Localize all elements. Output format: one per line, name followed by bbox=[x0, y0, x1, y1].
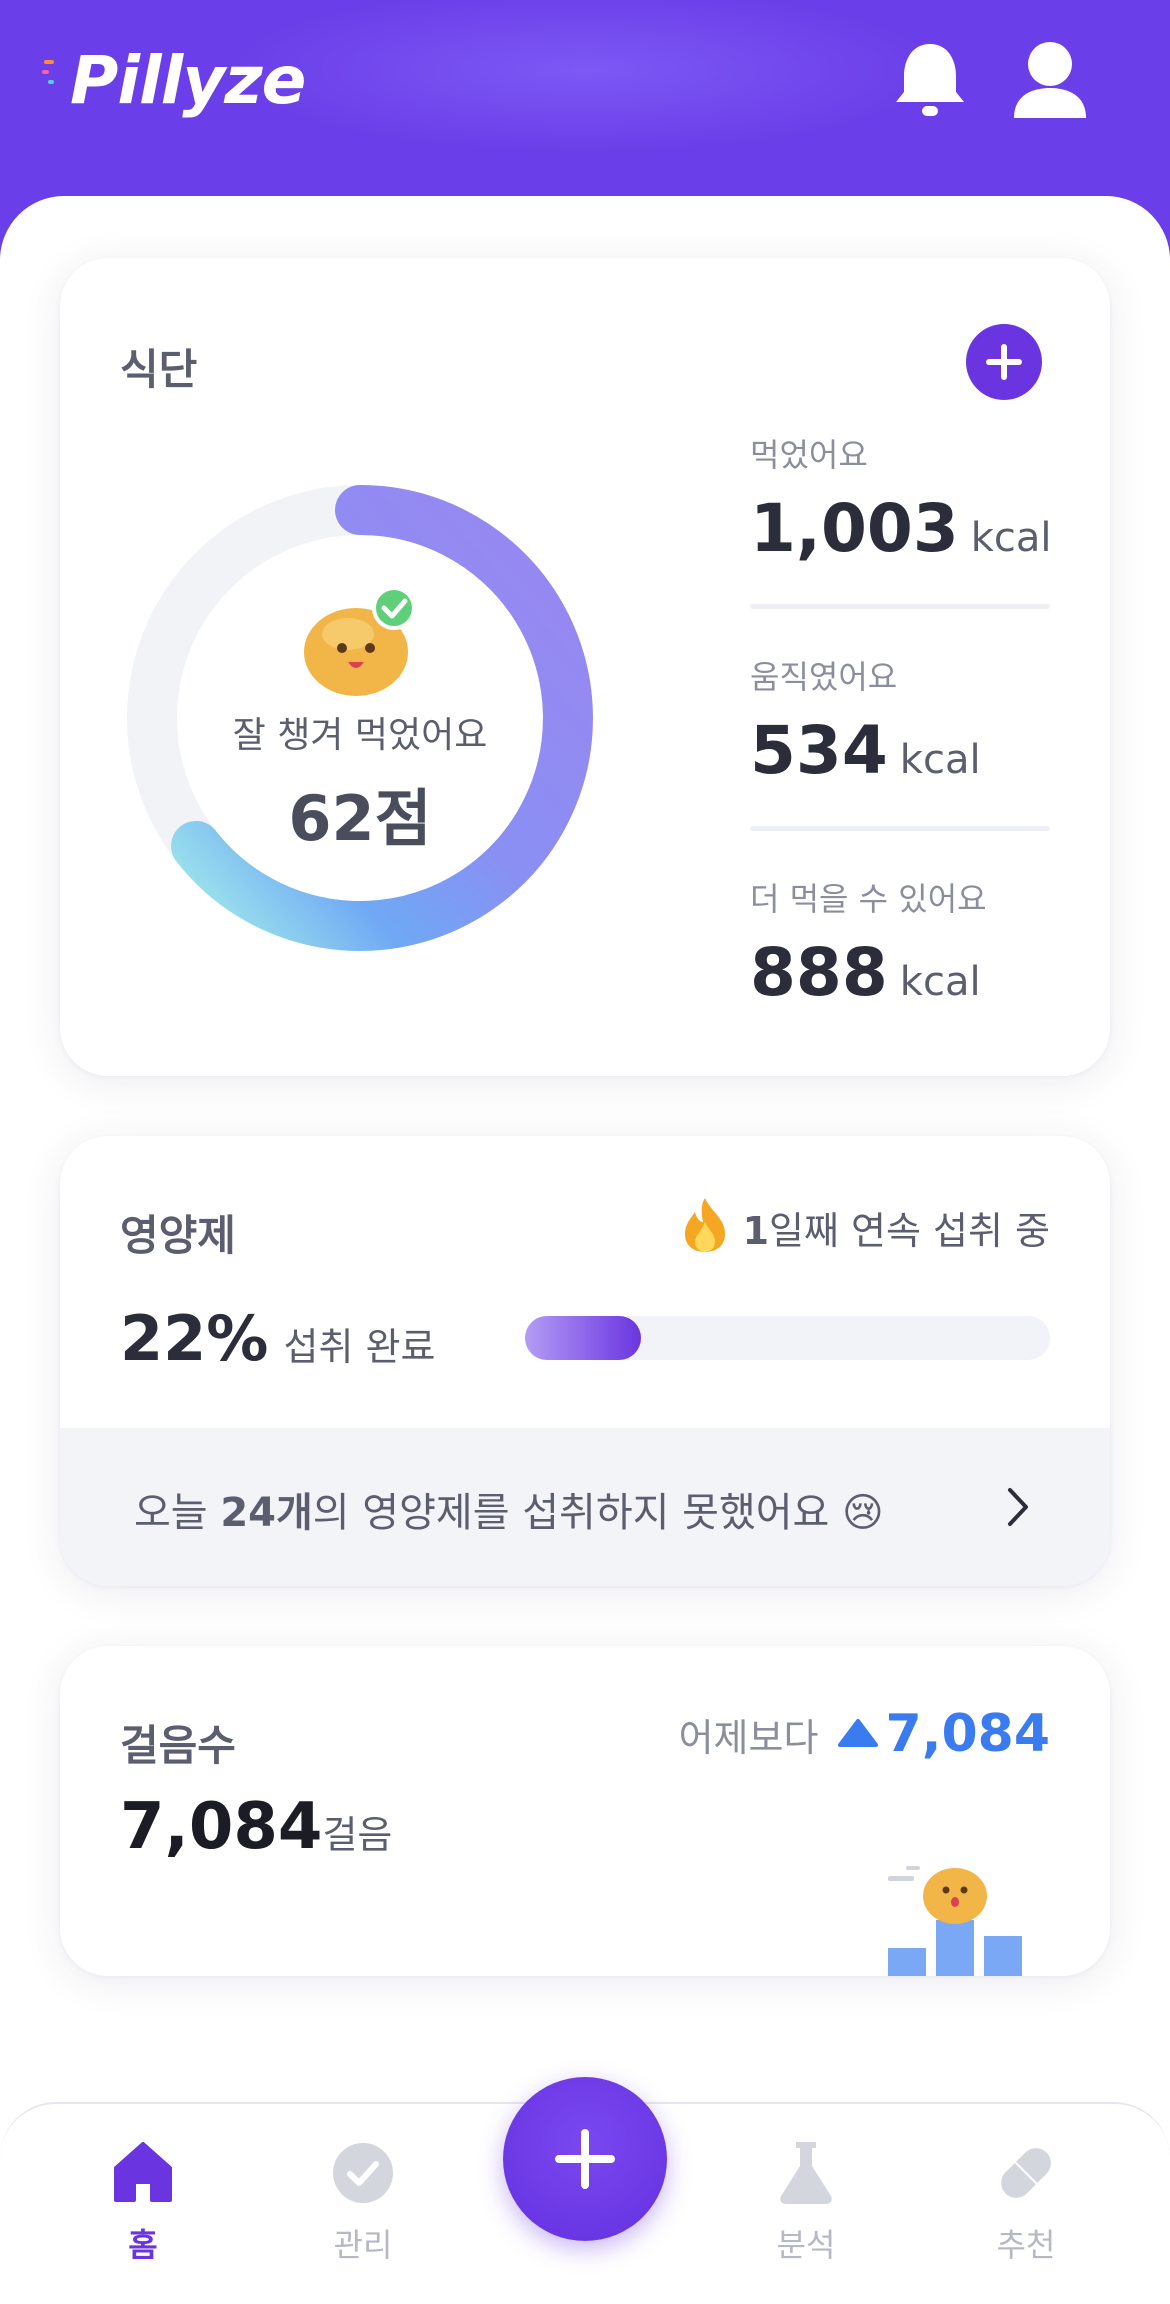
notice-prefix: 오늘 bbox=[134, 1490, 221, 1536]
stat-remaining: 더 먹을 수 있어요 888 kcal bbox=[750, 874, 1060, 1011]
supplements-card[interactable]: 영양제 1일째 연속 섭취 중 22% 섭취 완료 오늘 24개의 영양제를 섭… bbox=[60, 1136, 1110, 1586]
nav-item-recommend[interactable]: 추천 bbox=[946, 2138, 1106, 2266]
nav-item-analysis[interactable]: 분석 bbox=[726, 2138, 886, 2266]
chevron-right-icon bbox=[1008, 1488, 1028, 1526]
steps-compare-label: 어제보다 bbox=[678, 1716, 819, 1760]
supplements-progress-summary: 22% 섭취 완료 bbox=[120, 1302, 435, 1375]
stat-burned-unit: kcal bbox=[899, 737, 981, 783]
missed-supplements-banner[interactable]: 오늘 24개의 영양제를 섭취하지 못했어요 😢 bbox=[60, 1428, 1110, 1586]
app-logo: Pillyze bbox=[42, 36, 306, 126]
stat-eaten-value: 1,003 bbox=[750, 490, 959, 567]
home-icon bbox=[114, 2142, 172, 2202]
plus-icon bbox=[986, 344, 1022, 380]
steps-compare-value: 7,084 bbox=[885, 1704, 1050, 1764]
notice-count: 24개 bbox=[220, 1490, 313, 1536]
profile-icon[interactable] bbox=[1010, 36, 1090, 126]
stat-divider bbox=[750, 826, 1050, 831]
pill-icon bbox=[1001, 2148, 1051, 2198]
stat-burned-value: 534 bbox=[750, 712, 888, 789]
stat-burned: 움직였어요 534 kcal bbox=[750, 652, 1060, 789]
steps-count-row: 7,084걸음 bbox=[120, 1790, 392, 1864]
steps-card[interactable]: 걸음수 어제보다 7,084 7,084걸음 bbox=[60, 1646, 1110, 1976]
check-circle-icon bbox=[333, 2143, 393, 2203]
flask-icon bbox=[780, 2142, 832, 2204]
missed-supplements-text: 오늘 24개의 영양제를 섭취하지 못했어요 😢 bbox=[134, 1480, 884, 1538]
nav-label-home: 홈 bbox=[128, 2226, 158, 2264]
nav-label-manage: 관리 bbox=[333, 2226, 393, 2264]
stat-burned-label: 움직였어요 bbox=[750, 658, 898, 696]
logo-spark-icon bbox=[42, 60, 54, 84]
bell-icon[interactable] bbox=[890, 36, 970, 126]
supplements-streak: 1일째 연속 섭취 중 bbox=[681, 1196, 1050, 1255]
nav-label-recommend: 추천 bbox=[996, 2226, 1056, 2264]
supplements-progress-fill bbox=[525, 1316, 641, 1360]
triangle-up-icon bbox=[837, 1719, 878, 1747]
stat-eaten: 먹었어요 1,003 kcal bbox=[750, 430, 1060, 567]
nav-item-home[interactable]: 홈 bbox=[63, 2138, 223, 2266]
stat-remaining-value: 888 bbox=[750, 934, 888, 1011]
stat-remaining-label: 더 먹을 수 있어요 bbox=[750, 880, 987, 918]
add-record-fab[interactable] bbox=[503, 2077, 667, 2241]
notice-suffix: 의 영양제를 섭취하지 못했어요 😢 bbox=[312, 1490, 884, 1536]
steps-count: 7,084 bbox=[120, 1790, 323, 1864]
add-meal-button[interactable] bbox=[966, 324, 1042, 400]
diet-score-caption: 잘 챙겨 먹었어요 bbox=[232, 715, 488, 756]
supplements-title: 영양제 bbox=[120, 1211, 236, 1260]
streak-text: 일째 연속 섭취 중 bbox=[769, 1209, 1050, 1253]
supplements-progress-bar bbox=[525, 1316, 1050, 1360]
stat-divider bbox=[750, 604, 1050, 609]
supplements-percent-label: 섭취 완료 bbox=[283, 1325, 436, 1369]
steps-title: 걸음수 bbox=[120, 1721, 236, 1770]
nav-item-manage[interactable]: 관리 bbox=[283, 2138, 443, 2266]
stat-eaten-label: 먹었어요 bbox=[750, 436, 868, 474]
steps-compare: 어제보다 7,084 bbox=[679, 1704, 1050, 1764]
diet-card[interactable]: 식단 잘 챙겨 먹었어요 62점 먹었어요 1,003 kcal 움직였어요 5… bbox=[60, 258, 1110, 1076]
steps-mascot-illustration bbox=[888, 1866, 1022, 1976]
stat-remaining-unit: kcal bbox=[899, 959, 981, 1005]
nav-label-analysis: 분석 bbox=[776, 2226, 836, 2264]
diet-score-value: 62점 bbox=[288, 782, 432, 855]
stat-eaten-unit: kcal bbox=[970, 515, 1052, 561]
fire-icon bbox=[684, 1198, 725, 1252]
steps-unit: 걸음 bbox=[322, 1813, 393, 1857]
mascot-icon bbox=[304, 586, 416, 696]
supplements-percent: 22% bbox=[120, 1302, 269, 1375]
diet-title: 식단 bbox=[120, 345, 198, 394]
streak-count: 1 bbox=[742, 1209, 770, 1253]
plus-icon bbox=[555, 2129, 615, 2189]
